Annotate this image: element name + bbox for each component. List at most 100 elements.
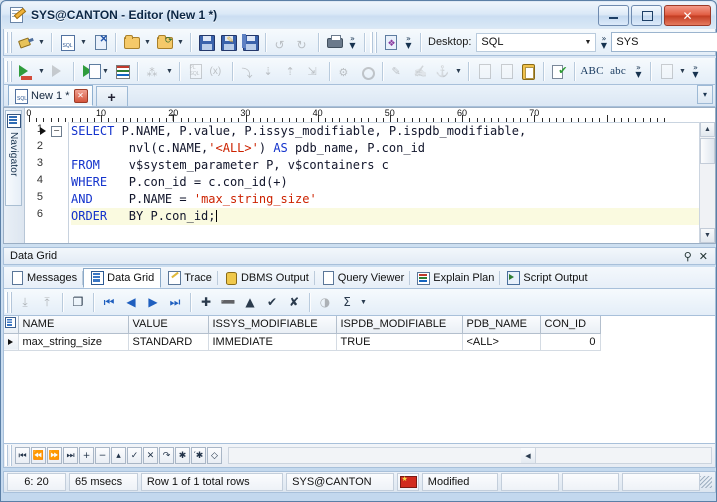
cell-value[interactable]: STANDARD — [128, 333, 209, 351]
pin-icon[interactable]: ⚲ — [684, 250, 692, 263]
step-into-button[interactable]: ⤵ — [237, 60, 259, 82]
code-line[interactable]: WHERE P.con_id = c.con_id(+) — [71, 174, 700, 191]
column-header-value[interactable]: VALUE — [128, 316, 209, 334]
session-browser-button[interactable]: ❖ — [379, 31, 401, 53]
code-line[interactable]: ORDER BY P.con_id; — [71, 208, 700, 225]
toolbar-grip[interactable] — [5, 60, 12, 82]
nav-refresh-button[interactable]: ↷ — [159, 447, 174, 464]
minimize-button[interactable] — [598, 5, 629, 26]
save-as-button[interactable]: ✎ — [217, 31, 239, 53]
open-recent-dropdown-arrow[interactable]: ▼ — [175, 31, 186, 53]
nav-cancel-button[interactable]: ✕ — [143, 447, 158, 464]
post-edit-button[interactable]: ✔ — [261, 291, 283, 313]
print-button[interactable] — [323, 31, 345, 53]
cell-pdb_name[interactable]: <ALL> — [462, 333, 541, 351]
result-tab-trace[interactable]: Trace — [161, 268, 218, 288]
debug-step-dropdown-arrow[interactable]: ▼ — [453, 60, 464, 82]
connection-select[interactable]: SYS ▼ — [611, 32, 717, 52]
nav-last-button[interactable]: ⏭ — [63, 447, 78, 464]
previous-record-button[interactable]: ◀ — [120, 291, 142, 313]
data-grid[interactable]: NAME VALUE ISSYS_MODIFIABLE ISPDB_MODIFIABL… — [3, 316, 716, 444]
cell-con_id[interactable]: 0 — [540, 333, 601, 351]
connect-button[interactable] — [14, 31, 36, 53]
uppercase-button[interactable]: ABC — [579, 60, 605, 82]
editor-tab-close-icon[interactable]: ✕ — [73, 88, 88, 103]
connect-dropdown-arrow[interactable]: ▼ — [36, 31, 47, 53]
code-fold-toggle[interactable]: − — [51, 126, 62, 137]
editor-vertical-scrollbar[interactable]: ▲ ▼ — [699, 122, 715, 243]
trace-dropdown-arrow[interactable]: ▼ — [164, 60, 175, 82]
nav-asterisk-quote-button[interactable]: ′✱ — [191, 447, 206, 464]
code-line[interactable]: SELECT P.NAME, P.value, P.issys_modifiab… — [71, 123, 700, 140]
table-row[interactable]: max_string_size STANDARD IMMEDIATE TRUE <ALL… — [4, 333, 601, 351]
save-all-button[interactable] — [239, 31, 261, 53]
nav-delete-button[interactable]: − — [95, 447, 110, 464]
panel-close-icon[interactable]: ✕ — [699, 250, 708, 263]
scroll-up-icon[interactable]: ▲ — [700, 122, 715, 137]
cancel-edit-button[interactable]: ✘ — [283, 291, 305, 313]
tab-overflow-chevron[interactable]: ▾ — [697, 85, 713, 104]
explain-plan-button[interactable] — [111, 60, 133, 82]
execute-batch-button[interactable] — [47, 60, 69, 82]
insert-record-button[interactable]: ✚ — [195, 291, 217, 313]
new-tab-button[interactable]: + — [95, 86, 128, 106]
window-resize-grip[interactable] — [700, 476, 713, 488]
nav-prior-page-button[interactable]: ⏪ — [31, 447, 46, 464]
clipboard-button[interactable] — [517, 60, 539, 82]
aggregate-dropdown-arrow[interactable]: ▼ — [358, 291, 369, 313]
desktop-overflow-chevron[interactable]: » ▼ — [596, 31, 611, 53]
trace-button[interactable]: ⁂ — [142, 60, 164, 82]
lowercase-button[interactable]: abc — [605, 60, 631, 82]
execute-script-dropdown-arrow[interactable]: ▼ — [100, 60, 111, 82]
column-header-name[interactable]: NAME — [18, 316, 129, 334]
breakpoint-button[interactable] — [356, 60, 378, 82]
import-data-button[interactable]: ⤓ — [14, 291, 36, 313]
redo-button[interactable]: ↻ — [292, 31, 314, 53]
new-sql-document-button[interactable] — [56, 31, 78, 53]
aggregate-sum-button[interactable]: Σ — [336, 291, 358, 313]
last-record-button[interactable]: ⏭ — [164, 291, 186, 313]
scroll-left-icon[interactable]: ◀ — [521, 448, 536, 463]
code-line[interactable]: AND P.NAME = 'max_string_size' — [71, 191, 700, 208]
result-tab-explain-plan[interactable]: Explain Plan — [410, 268, 501, 288]
nav-edit-button[interactable]: ▴ — [111, 447, 126, 464]
result-tab-query-viewer[interactable]: Query Viewer — [315, 268, 411, 288]
step-out-button[interactable]: ⇡ — [281, 60, 303, 82]
execute-dropdown-arrow[interactable]: ▼ — [36, 60, 47, 82]
column-header-ispdb_modifiable[interactable]: ISPDB_MODIFIABLE — [336, 316, 463, 334]
scroll-thumb[interactable] — [700, 138, 715, 164]
open-file-button[interactable] — [120, 31, 142, 53]
disconnect-button[interactable]: ✕ — [89, 31, 111, 53]
edit-record-button[interactable]: ▲ — [239, 291, 261, 313]
nav-insert-button[interactable]: + — [79, 447, 94, 464]
column-header-issys_modifiable[interactable]: ISSYS_MODIFIABLE — [208, 316, 337, 334]
execute-statement-button[interactable] — [14, 60, 36, 82]
step-over-button[interactable]: ⇣ — [259, 60, 281, 82]
commit-dropdown-arrow[interactable]: ▼ — [677, 60, 688, 82]
commit-options-button[interactable] — [655, 60, 677, 82]
result-tab-dbms-output[interactable]: DBMS Output — [218, 268, 315, 288]
cell-issys_modifiable[interactable]: IMMEDIATE — [208, 333, 337, 351]
describe-object-button[interactable] — [495, 60, 517, 82]
toolbar-grip[interactable] — [5, 31, 12, 53]
grid-toolbar-grip[interactable] — [5, 291, 12, 313]
cell-name[interactable]: max_string_size — [18, 333, 129, 351]
next-record-button[interactable]: ▶ — [142, 291, 164, 313]
toolbar-grip[interactable] — [370, 31, 377, 53]
variables-button[interactable]: (x) — [206, 60, 228, 82]
format-code-button[interactable]: ✎ — [387, 60, 409, 82]
code-text-area[interactable]: SELECT P.NAME, P.value, P.issys_modifiab… — [71, 122, 700, 243]
run-to-cursor-button[interactable]: ⇲ — [303, 60, 325, 82]
code-line[interactable]: FROM v$system_parameter P, v$containers … — [71, 157, 700, 174]
close-button[interactable]: ✕ — [664, 5, 711, 26]
copy-data-button[interactable]: ❐ — [67, 291, 89, 313]
grid-nav-grip[interactable] — [5, 445, 12, 466]
open-recent-button[interactable]: ⟳ — [153, 31, 175, 53]
new-document-dropdown-arrow[interactable]: ▼ — [78, 31, 89, 53]
grid-horizontal-scrollbar[interactable]: ◀ — [228, 447, 712, 464]
desktop-select[interactable]: SQL ▼ — [476, 32, 597, 52]
undo-button[interactable]: ↺ — [270, 31, 292, 53]
refresh-data-button[interactable]: ◑ — [314, 291, 336, 313]
debug-step-button[interactable]: ⚓ — [431, 60, 453, 82]
save-button[interactable] — [195, 31, 217, 53]
